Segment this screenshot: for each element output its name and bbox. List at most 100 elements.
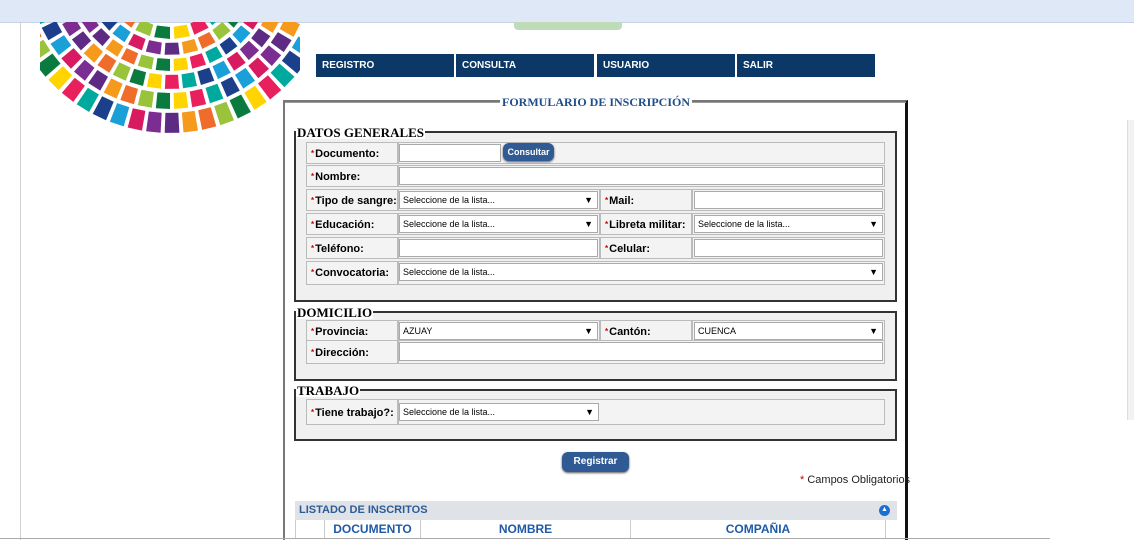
logo-tile <box>243 22 258 30</box>
telefono-input[interactable] <box>399 239 598 257</box>
logo-tile <box>164 112 180 133</box>
logo-tile <box>154 25 170 39</box>
logo-tile <box>97 53 117 73</box>
logo-tile <box>212 60 231 80</box>
field-label: *Documento: <box>306 142 398 164</box>
logo-tile <box>128 33 146 51</box>
logo-tile <box>137 89 154 108</box>
consultar-button[interactable]: Consultar <box>503 143 554 161</box>
logo-tile <box>112 62 131 81</box>
table-column-header[interactable]: DOCUMENTO <box>325 520 421 538</box>
field-label: *Tiene trabajo?: <box>306 399 398 425</box>
logo-tile <box>103 78 123 99</box>
logo-tile <box>112 24 131 43</box>
logo-tile <box>220 76 240 97</box>
logo-tile <box>181 39 199 54</box>
listado-header: LISTADO DE INSCRITOS <box>295 501 897 520</box>
tipo-sangre-select[interactable]: Seleccione de la lista... ▼ <box>399 191 598 209</box>
logo-tile <box>41 22 63 41</box>
field-label: *Tipo de sangre: <box>306 189 398 211</box>
section-title: TRABAJO <box>296 383 361 398</box>
educacion-select[interactable]: Seleccione de la lista... ▼ <box>399 215 598 233</box>
divider <box>0 538 1050 539</box>
chevron-up-icon[interactable]: ▲ <box>879 505 890 516</box>
logo-tile <box>92 28 111 47</box>
logo-tile <box>74 59 95 81</box>
field-label: *Libreta militar: <box>600 213 692 235</box>
logo-tile <box>109 103 130 127</box>
logo-tile <box>155 58 170 71</box>
logo-tile <box>189 88 207 108</box>
field-label: *Educación: <box>306 213 398 235</box>
logo-tile <box>181 72 197 89</box>
nav-consulta[interactable]: CONSULTA <box>456 54 594 77</box>
page-border <box>20 22 21 540</box>
dropdown-arrow-icon: ▼ <box>869 267 878 277</box>
nav-registro[interactable]: REGISTRO <box>316 54 454 77</box>
logo-tile <box>135 22 154 37</box>
section-title: DATOS GENERALES <box>296 125 426 140</box>
logo-tile <box>190 22 209 35</box>
dropdown-arrow-icon: ▼ <box>585 407 594 417</box>
dropdown-arrow-icon: ▼ <box>584 195 593 205</box>
logo-tile <box>127 108 146 131</box>
logo-tile <box>197 32 216 49</box>
logo-tile <box>50 35 72 56</box>
divider <box>690 102 906 103</box>
convocatoria-select[interactable]: Seleccione de la lista... ▼ <box>399 263 883 281</box>
logo-tile <box>219 37 238 55</box>
dropdown-arrow-icon: ▼ <box>869 219 878 229</box>
registrar-button[interactable]: Registrar <box>562 452 629 472</box>
logo-tile <box>260 22 279 33</box>
logo-tile <box>212 22 231 40</box>
nav-salir[interactable]: SALIR <box>737 54 875 77</box>
scrollbar[interactable] <box>1127 120 1134 420</box>
logo-tile <box>251 28 271 48</box>
dropdown-arrow-icon: ▼ <box>869 326 878 336</box>
logo-tile <box>120 48 139 65</box>
logo-tile <box>61 48 83 69</box>
logo-tile <box>239 40 260 61</box>
top-tab-indicator <box>514 22 622 30</box>
provincia-select[interactable]: AZUAY ▼ <box>399 322 598 340</box>
logo-tile <box>232 25 251 44</box>
logo-tile <box>83 43 103 63</box>
logo-tile <box>71 31 92 51</box>
dropdown-arrow-icon: ▼ <box>584 326 593 336</box>
libreta-militar-select[interactable]: Seleccione de la lista... ▼ <box>694 215 883 233</box>
celular-input[interactable] <box>694 239 883 257</box>
table-column-header <box>295 520 325 538</box>
logo-tile <box>137 54 154 70</box>
logo-tile <box>173 57 189 71</box>
nombre-input[interactable] <box>399 167 883 185</box>
logo-tile <box>226 51 246 71</box>
logo-tile <box>205 46 223 64</box>
table-column-header[interactable]: NOMBRE <box>421 520 631 538</box>
section-title: DOMICILIO <box>296 305 374 320</box>
field-label: *Nombre: <box>306 165 398 187</box>
logo-tile <box>155 92 170 109</box>
field-label: *Mail: <box>600 189 692 211</box>
logo-tile <box>173 24 191 39</box>
required-note: * Campos Obligatorios <box>800 474 911 486</box>
table-column-header[interactable]: COMPAÑIA <box>631 520 886 538</box>
logo-tile <box>164 74 180 89</box>
logo-tile <box>260 45 282 66</box>
logo-tile <box>270 32 292 53</box>
logo-tile <box>198 107 217 130</box>
logo-tile <box>146 73 162 89</box>
logo-tile <box>146 111 162 133</box>
mail-input[interactable] <box>694 191 883 209</box>
logo-tile <box>129 68 147 86</box>
tiene-trabajo-select[interactable]: Seleccione de la lista... ▼ <box>399 403 599 421</box>
page-title: FORMULARIO DE INSCRIPCIÓN <box>500 95 693 110</box>
logo <box>40 22 300 133</box>
dropdown-arrow-icon: ▼ <box>584 219 593 229</box>
documento-input[interactable] <box>399 144 501 162</box>
field-label: *Cantón: <box>600 320 692 342</box>
direccion-input[interactable] <box>399 342 883 361</box>
logo-tile <box>181 110 198 133</box>
canton-select[interactable]: CUENCA ▼ <box>694 322 883 340</box>
nav-usuario[interactable]: USUARIO <box>597 54 735 77</box>
field-label: *Provincia: <box>306 320 398 342</box>
